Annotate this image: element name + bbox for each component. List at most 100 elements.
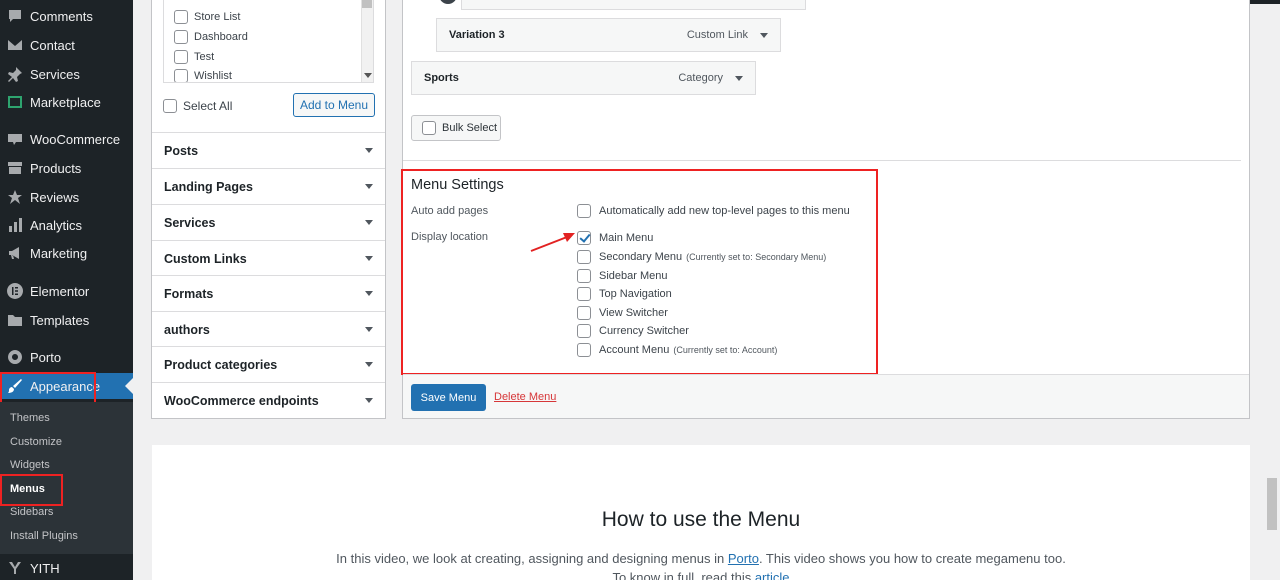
accordion-posts[interactable]: Posts — [152, 132, 385, 168]
page-option[interactable]: Test — [174, 50, 214, 64]
select-all-label: Select All — [183, 99, 233, 113]
sidebar-item-woocommerce[interactable]: WooCommerce — [0, 126, 133, 152]
caret-down-icon — [365, 256, 373, 261]
sidebar-item-reviews[interactable]: Reviews — [0, 184, 133, 210]
page-option-label: Dashboard — [194, 31, 248, 43]
sidebar-item-label: Marketing — [30, 245, 88, 261]
porto-link[interactable]: Porto — [728, 551, 759, 566]
list-scrollbar[interactable] — [361, 0, 373, 82]
menu-handle-icon — [439, 0, 457, 4]
sidebar-item-label: Contact — [30, 37, 75, 53]
checkbox[interactable] — [163, 99, 177, 113]
caret-down-icon — [365, 327, 373, 332]
desc-text: In this video, we look at creating, assi… — [336, 551, 728, 566]
yith-icon — [7, 560, 23, 576]
sidebar-item-analytics[interactable]: Analytics — [0, 212, 133, 238]
menu-item-sports[interactable]: Sports Category — [411, 61, 756, 95]
sidebar-item-porto[interactable]: Porto — [0, 344, 133, 370]
accordion-product-categories[interactable]: Product categories — [152, 346, 385, 382]
sidebar-item-label: YITH — [30, 560, 60, 576]
desc-text: . This video shows you how to create meg… — [758, 551, 1066, 566]
envelope-icon — [7, 37, 23, 53]
submenu-customize[interactable]: Customize — [10, 436, 62, 448]
save-menu-button[interactable]: Save Menu — [411, 384, 486, 411]
accordion-authors[interactable]: authors — [152, 311, 385, 347]
page-option-label: Test — [194, 51, 215, 63]
accordion-label: Product categories — [164, 357, 278, 372]
sidebar-item-label: Comments — [30, 8, 93, 24]
sidebar-item-label: WooCommerce — [30, 131, 121, 147]
page-option[interactable]: Store List — [174, 10, 240, 24]
checkbox[interactable] — [174, 10, 188, 24]
sidebar-item-comments[interactable]: Comments — [0, 3, 133, 29]
checkbox[interactable] — [174, 50, 188, 64]
accordion-label: Landing Pages — [164, 179, 253, 194]
page-option[interactable]: Wishlist — [174, 69, 232, 82]
video-title: How to use the Menu — [601, 508, 801, 531]
folder-icon — [7, 312, 23, 328]
sidebar-item-services[interactable]: Services — [0, 61, 133, 87]
accordion-label: Custom Links — [164, 251, 247, 266]
video-description-2: To know in full, read this article — [152, 570, 1250, 580]
caret-down-icon[interactable] — [760, 32, 768, 38]
accordion-woocommerce-endpoints[interactable]: WooCommerce endpoints — [152, 382, 385, 418]
highlight-appearance — [0, 372, 96, 404]
accordion-label: WooCommerce endpoints — [164, 393, 319, 408]
accordion-custom-links[interactable]: Custom Links — [152, 240, 385, 276]
sidebar-item-products[interactable]: Products — [0, 155, 133, 181]
bulk-select-label: Bulk Select — [442, 122, 498, 134]
sidebar-item-marketing[interactable]: Marketing — [0, 240, 133, 266]
accordion-label: Formats — [164, 286, 214, 301]
woo-icon — [7, 131, 23, 147]
select-all-checkbox[interactable]: Select All — [163, 99, 232, 113]
submenu-sidebars[interactable]: Sidebars — [10, 506, 53, 518]
desc-text: To know in full, read this — [612, 570, 755, 580]
bulk-select-button[interactable]: Bulk Select — [411, 115, 501, 141]
sidebar-item-yith[interactable]: YITH — [0, 555, 133, 580]
page-option[interactable]: Dashboard — [174, 30, 248, 44]
menu-item-title: Sports — [424, 72, 459, 84]
article-link[interactable]: article — [755, 570, 790, 580]
add-to-menu-button[interactable]: Add to Menu — [293, 93, 375, 117]
page-option-label: Store List — [194, 11, 241, 23]
sidebar-item-elementor[interactable]: Elementor — [0, 278, 133, 304]
menu-edit-panel: Variation 3 Custom Link Sports Category … — [401, 0, 1250, 419]
accordion-landing-pages[interactable]: Landing Pages — [152, 168, 385, 204]
submenu-install-plugins[interactable]: Install Plugins — [10, 530, 78, 542]
checkbox[interactable] — [174, 30, 188, 44]
sidebar-item-templates[interactable]: Templates — [0, 307, 133, 333]
menu-item-variation-3[interactable]: Variation 3 Custom Link — [436, 18, 781, 52]
accordion-label: authors — [164, 322, 210, 337]
menu-item-title: Variation 3 — [449, 29, 505, 41]
submenu-themes[interactable]: Themes — [10, 412, 50, 424]
pages-checklist[interactable]: Store List Dashboard Test Wishlist — [163, 0, 374, 83]
sidebar-item-marketplace[interactable]: Marketplace — [0, 89, 133, 115]
sidebar-item-label: Analytics — [30, 217, 83, 233]
star-icon — [7, 189, 23, 205]
sidebar-item-label: Reviews — [30, 189, 80, 205]
accordion-services[interactable]: Services — [152, 204, 385, 240]
scroll-thumb[interactable] — [362, 0, 372, 8]
megaphone-icon — [7, 245, 23, 261]
checkbox[interactable] — [174, 69, 188, 82]
sidebar-item-label: Elementor — [30, 283, 90, 299]
menu-item-type: Category — [678, 72, 723, 84]
caret-down-icon[interactable] — [735, 75, 743, 81]
sidebar-item-label: Templates — [30, 312, 90, 328]
sidebar-item-contact[interactable]: Contact — [0, 32, 133, 58]
page-scrollbar-thumb[interactable] — [1267, 478, 1277, 530]
caret-down-icon — [365, 220, 373, 225]
menu-item-type: Custom Link — [686, 29, 748, 41]
accordion-formats[interactable]: Formats — [152, 275, 385, 311]
caret-down-icon — [365, 184, 373, 189]
checkbox[interactable] — [422, 121, 436, 135]
porto-icon — [7, 349, 23, 365]
caret-down-icon — [365, 148, 373, 153]
submenu-widgets[interactable]: Widgets — [10, 459, 50, 471]
delete-menu-link[interactable]: Delete Menu — [494, 391, 556, 403]
menu-item-bar-partial[interactable] — [461, 0, 806, 10]
video-description: In this video, we look at creating, assi… — [152, 551, 1250, 566]
caret-down-icon — [365, 362, 373, 367]
marketplace-icon — [7, 94, 23, 110]
sidebar-item-label: Porto — [30, 349, 62, 365]
